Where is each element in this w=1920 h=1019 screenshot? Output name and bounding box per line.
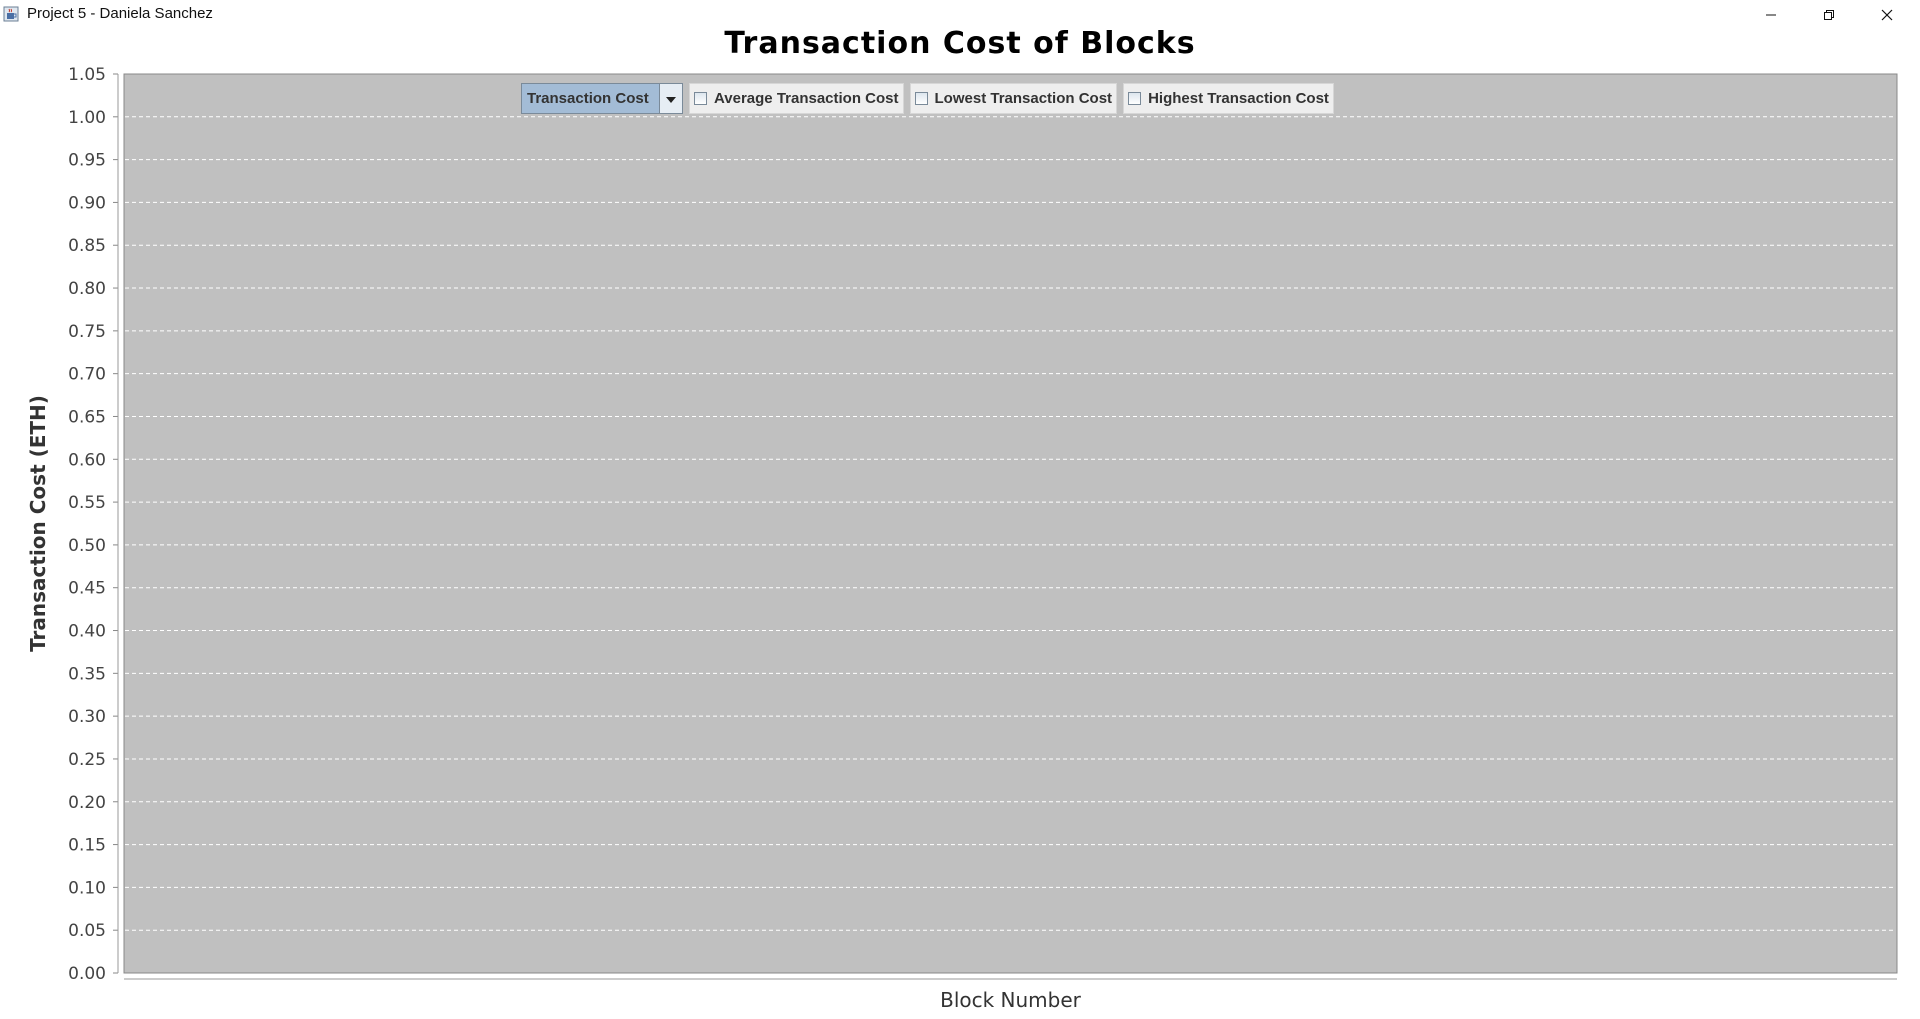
chart-area: 0.00 0.05 0.10 0.15 0.20 0.25 0.30 0.35 0.40 0.45… (26, 65, 1898, 984)
y-tick-label: 0.10 (68, 878, 106, 898)
y-tick-label: 0.65 (68, 407, 106, 427)
y-tick-label: 0.20 (68, 793, 106, 813)
checkbox-label: Average Transaction Cost (714, 90, 899, 107)
plot-background (123, 73, 1898, 974)
y-tick-label: 0.25 (68, 750, 106, 770)
y-tick-label: 0.45 (68, 579, 106, 599)
y-tick-label: 0.05 (68, 921, 106, 941)
series-select-value: Transaction Cost (522, 84, 659, 113)
y-tick-label: 0.80 (68, 279, 106, 299)
y-tick-label: 1.05 (68, 65, 106, 85)
average-cost-checkbox[interactable]: Average Transaction Cost (689, 83, 904, 114)
checkbox-label: Highest Transaction Cost (1148, 90, 1329, 107)
y-tick-label: 0.60 (68, 450, 106, 470)
checkbox-box[interactable] (1128, 92, 1142, 105)
y-tick-label: 0.85 (68, 236, 106, 256)
y-tick-label: 0.95 (68, 151, 106, 171)
checkbox-label: Lowest Transaction Cost (934, 90, 1113, 107)
y-tick-label: 0.90 (68, 193, 106, 213)
checkbox-box[interactable] (694, 92, 707, 105)
y-tick-label: 0.00 (68, 964, 106, 984)
y-tick-label: 0.35 (68, 664, 106, 684)
y-axis-label: Transaction Cost (ETH) (26, 395, 50, 652)
checkbox-box[interactable] (914, 92, 928, 105)
y-tick-label: 0.15 (68, 836, 106, 856)
lowest-cost-checkbox[interactable]: Lowest Transaction Cost (909, 83, 1118, 114)
app-window: Project 5 - Daniela Sanchez Transaction … (0, 0, 1920, 1019)
series-controls: Transaction Cost Average Transaction Cos… (521, 82, 1334, 114)
chevron-down-icon (665, 89, 677, 108)
x-axis-label: Block Number (940, 988, 1081, 1012)
y-tick-label: 0.30 (68, 707, 106, 727)
y-tick-label: 0.40 (68, 622, 106, 642)
y-tick-label: 0.70 (68, 365, 106, 385)
y-tick-label: 1.00 (68, 108, 106, 128)
dropdown-arrow-button[interactable] (659, 84, 682, 113)
series-select[interactable]: Transaction Cost (521, 83, 683, 114)
y-tick-label: 0.55 (68, 493, 106, 513)
y-tick-label: 0.50 (68, 536, 106, 556)
y-axis-ticks: 0.00 0.05 0.10 0.15 0.20 0.25 0.30 0.35 0.40 0.45… (68, 65, 118, 984)
highest-cost-checkbox[interactable]: Highest Transaction Cost (1123, 83, 1334, 114)
y-tick-label: 0.75 (68, 322, 106, 342)
